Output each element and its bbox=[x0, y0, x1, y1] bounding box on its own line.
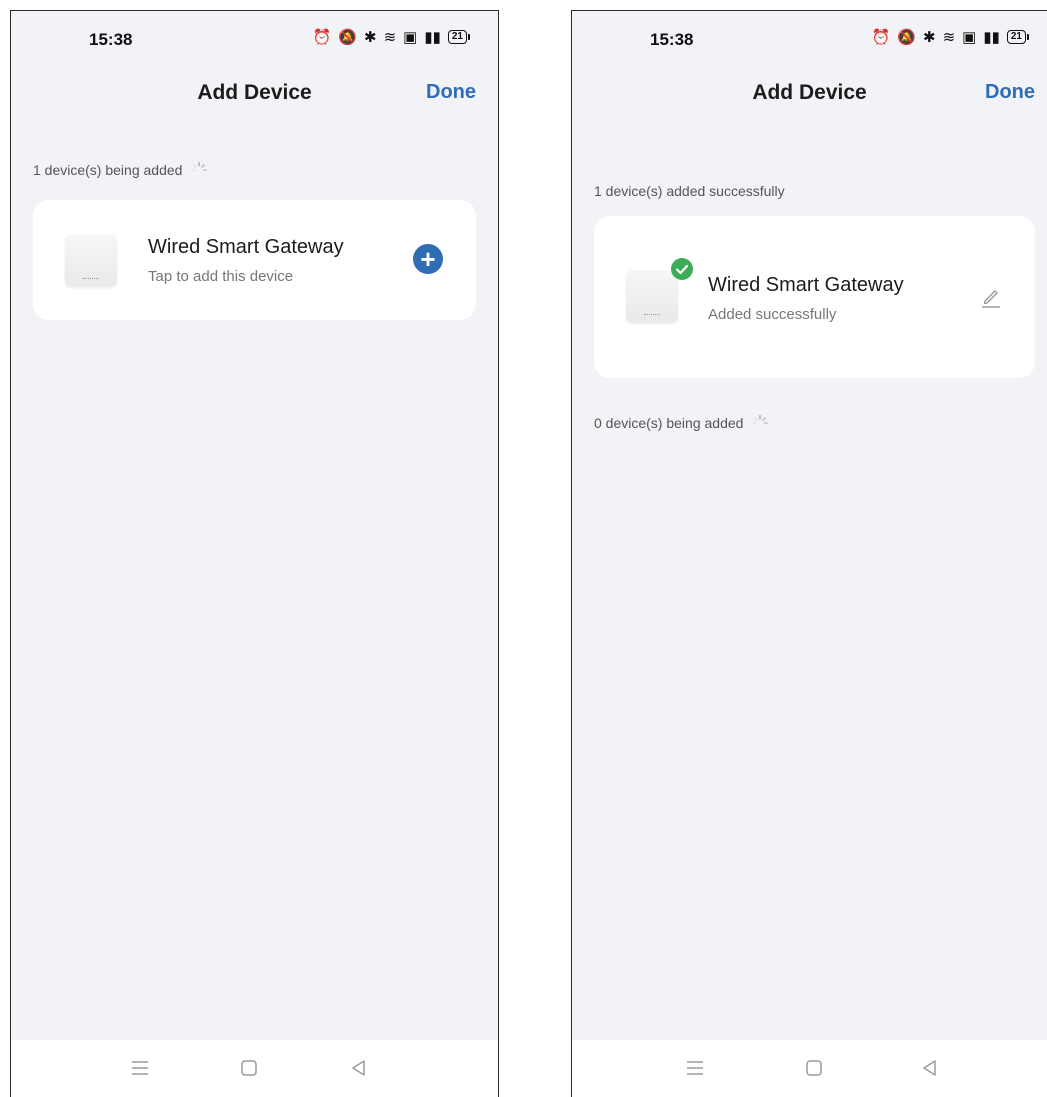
device-card[interactable]: Wired Smart Gateway Added successfully bbox=[594, 216, 1035, 378]
home-square-icon[interactable] bbox=[804, 1058, 824, 1078]
status-time: 15:38 bbox=[89, 30, 133, 49]
wifi-icon: ≋ bbox=[942, 29, 956, 46]
loading-spinner-icon bbox=[752, 414, 769, 424]
device-card[interactable]: Wired Smart Gateway Tap to add this devi… bbox=[33, 200, 476, 320]
section-label-text: 1 device(s) being added bbox=[33, 162, 183, 178]
page-title: Add Device bbox=[197, 81, 312, 104]
wifi-icon: ≋ bbox=[383, 29, 397, 46]
plus-circle-icon[interactable]: + bbox=[413, 244, 443, 274]
pencil-icon[interactable] bbox=[978, 284, 1004, 310]
hd-icon: ▣ bbox=[403, 29, 418, 46]
loading-spinner-icon bbox=[191, 161, 208, 171]
alarm-icon: ⏰ bbox=[312, 29, 332, 46]
section-label-added: 1 device(s) added successfully bbox=[594, 183, 785, 199]
section-label-text: 0 device(s) being added bbox=[594, 415, 744, 431]
system-nav-bar bbox=[11, 1040, 498, 1097]
bluetooth-icon: ✱ bbox=[923, 29, 936, 46]
done-button[interactable]: Done bbox=[426, 81, 476, 104]
menu-icon[interactable] bbox=[129, 1058, 151, 1078]
home-square-icon[interactable] bbox=[239, 1058, 259, 1078]
section-label-adding: 1 device(s) being added bbox=[33, 161, 208, 179]
done-button[interactable]: Done bbox=[985, 81, 1035, 104]
status-icons: ⏰ 🔕 ✱ ≋ ▣ ▮▮ 21 bbox=[872, 28, 1029, 46]
section-label-text: 1 device(s) added successfully bbox=[594, 183, 785, 199]
battery-icon: 21 bbox=[1006, 30, 1029, 44]
alarm-icon: ⏰ bbox=[871, 29, 891, 46]
mute-icon: 🔕 bbox=[897, 29, 917, 46]
battery-level: 21 bbox=[447, 30, 467, 44]
bluetooth-icon: ✱ bbox=[364, 29, 377, 46]
header: Add Device Done bbox=[572, 67, 1047, 117]
device-subtitle: Tap to add this device bbox=[148, 268, 294, 285]
device-name: Wired Smart Gateway bbox=[708, 274, 904, 296]
status-icons: ⏰ 🔕 ✱ ≋ ▣ ▮▮ 21 bbox=[313, 28, 470, 46]
mute-icon: 🔕 bbox=[338, 29, 358, 46]
status-time: 15:38 bbox=[650, 30, 694, 49]
signal-icon: ▮▮ bbox=[424, 29, 441, 46]
status-bar: 15:38 ⏰ 🔕 ✱ ≋ ▣ ▮▮ 21 bbox=[11, 11, 498, 67]
page-title: Add Device bbox=[752, 81, 867, 104]
signal-icon: ▮▮ bbox=[983, 29, 1000, 46]
menu-icon[interactable] bbox=[684, 1058, 706, 1078]
status-bar: 15:38 ⏰ 🔕 ✱ ≋ ▣ ▮▮ 21 bbox=[572, 11, 1047, 67]
hd-icon: ▣ bbox=[962, 29, 977, 46]
phone-screen-adding: 15:38 ⏰ 🔕 ✱ ≋ ▣ ▮▮ 21 Add Device Done 1 … bbox=[10, 10, 499, 1097]
back-triangle-icon[interactable] bbox=[349, 1058, 369, 1078]
back-triangle-icon[interactable] bbox=[920, 1058, 940, 1078]
device-name: Wired Smart Gateway bbox=[148, 236, 344, 258]
gateway-device-image bbox=[65, 234, 117, 286]
header: Add Device Done bbox=[11, 67, 498, 117]
check-circle-icon bbox=[671, 258, 693, 280]
section-label-adding: 0 device(s) being added bbox=[594, 414, 769, 432]
battery-level: 21 bbox=[1006, 30, 1026, 44]
phone-screen-added: 15:38 ⏰ 🔕 ✱ ≋ ▣ ▮▮ 21 Add Device Done 1 … bbox=[571, 10, 1047, 1097]
system-nav-bar bbox=[572, 1040, 1047, 1097]
device-subtitle: Added successfully bbox=[708, 306, 837, 323]
battery-icon: 21 bbox=[447, 30, 470, 44]
